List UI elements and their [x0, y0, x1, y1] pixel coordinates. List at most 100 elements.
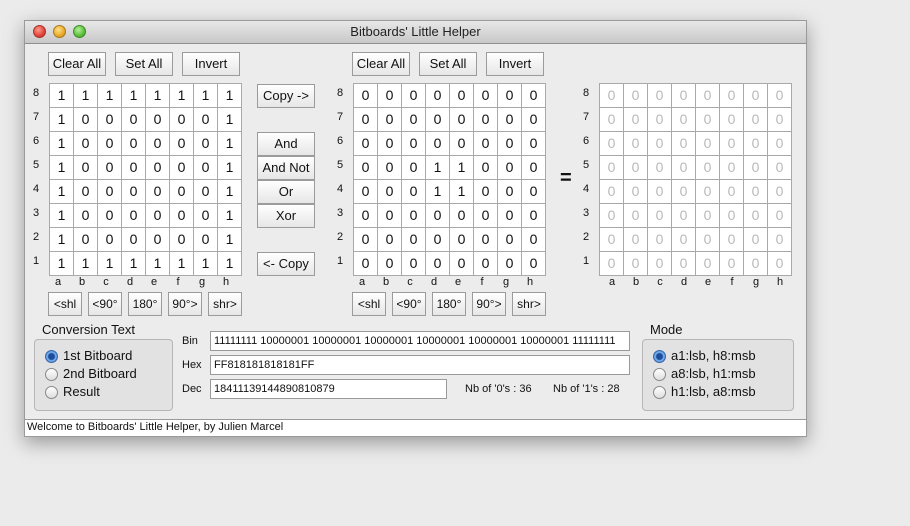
result-cell-d2[interactable]: 0 [672, 228, 696, 252]
result-cell-e6[interactable]: 0 [696, 132, 720, 156]
board1-cell-c7[interactable]: 0 [98, 108, 122, 132]
board1-cell-b8[interactable]: 1 [74, 84, 98, 108]
board2-cell-g2[interactable]: 0 [498, 228, 522, 252]
radio-mode-a8-lsb[interactable] [653, 368, 666, 381]
board1-cell-e1[interactable]: 1 [146, 252, 170, 276]
result-cell-d3[interactable]: 0 [672, 204, 696, 228]
board2-cell-h7[interactable]: 0 [522, 108, 546, 132]
result-cell-g2[interactable]: 0 [744, 228, 768, 252]
board1-cell-h4[interactable]: 1 [218, 180, 242, 204]
result-cell-g4[interactable]: 0 [744, 180, 768, 204]
radio-mode-h1-lsb-label[interactable]: h1:lsb, a8:msb [671, 384, 756, 399]
board2-cell-f5[interactable]: 0 [474, 156, 498, 180]
board2-cell-c5[interactable]: 0 [402, 156, 426, 180]
board1-cell-g5[interactable]: 0 [194, 156, 218, 180]
board1-cell-d1[interactable]: 1 [122, 252, 146, 276]
result-cell-f3[interactable]: 0 [720, 204, 744, 228]
result-cell-b6[interactable]: 0 [624, 132, 648, 156]
result-cell-h3[interactable]: 0 [768, 204, 792, 228]
board1-cell-c1[interactable]: 1 [98, 252, 122, 276]
board2-cell-d3[interactable]: 0 [426, 204, 450, 228]
board2-cell-b6[interactable]: 0 [378, 132, 402, 156]
board2-cell-b5[interactable]: 0 [378, 156, 402, 180]
copy-left-button[interactable]: <- Copy [257, 252, 315, 276]
board2-cell-g6[interactable]: 0 [498, 132, 522, 156]
board2-rotate-180-button[interactable]: 180° [432, 292, 466, 316]
board1-cell-a3[interactable]: 1 [50, 204, 74, 228]
result-cell-d4[interactable]: 0 [672, 180, 696, 204]
board2-cell-a7[interactable]: 0 [354, 108, 378, 132]
board1-cell-h5[interactable]: 1 [218, 156, 242, 180]
result-cell-h7[interactable]: 0 [768, 108, 792, 132]
board2-cell-c1[interactable]: 0 [402, 252, 426, 276]
board1-cell-g8[interactable]: 1 [194, 84, 218, 108]
board2-cell-g8[interactable]: 0 [498, 84, 522, 108]
result-cell-b5[interactable]: 0 [624, 156, 648, 180]
board1-cell-a6[interactable]: 1 [50, 132, 74, 156]
board1-cell-d3[interactable]: 0 [122, 204, 146, 228]
result-cell-c3[interactable]: 0 [648, 204, 672, 228]
result-cell-g6[interactable]: 0 [744, 132, 768, 156]
or-button[interactable]: Or [257, 180, 315, 204]
result-cell-c1[interactable]: 0 [648, 252, 672, 276]
board1-clear-all-button[interactable]: Clear All [48, 52, 106, 76]
radio-mode-a1-lsb-label[interactable]: a1:lsb, h8:msb [671, 348, 756, 363]
board1-cell-b6[interactable]: 0 [74, 132, 98, 156]
result-cell-e3[interactable]: 0 [696, 204, 720, 228]
board2-cell-a4[interactable]: 0 [354, 180, 378, 204]
board2-cell-b3[interactable]: 0 [378, 204, 402, 228]
board1-cell-b3[interactable]: 0 [74, 204, 98, 228]
board1-cell-e2[interactable]: 0 [146, 228, 170, 252]
board1-cell-g2[interactable]: 0 [194, 228, 218, 252]
result-cell-h2[interactable]: 0 [768, 228, 792, 252]
board1-cell-g7[interactable]: 0 [194, 108, 218, 132]
board2-cell-h3[interactable]: 0 [522, 204, 546, 228]
board1-cell-f2[interactable]: 0 [170, 228, 194, 252]
board2-cell-f2[interactable]: 0 [474, 228, 498, 252]
result-cell-f4[interactable]: 0 [720, 180, 744, 204]
board2-cell-e1[interactable]: 0 [450, 252, 474, 276]
board1-shift-right-button[interactable]: shr> [208, 292, 242, 316]
result-cell-a3[interactable]: 0 [600, 204, 624, 228]
board2-cell-d1[interactable]: 0 [426, 252, 450, 276]
board2-cell-e3[interactable]: 0 [450, 204, 474, 228]
result-cell-a1[interactable]: 0 [600, 252, 624, 276]
board1-cell-a4[interactable]: 1 [50, 180, 74, 204]
result-cell-c4[interactable]: 0 [648, 180, 672, 204]
board1-cell-f3[interactable]: 0 [170, 204, 194, 228]
result-cell-g1[interactable]: 0 [744, 252, 768, 276]
result-cell-b2[interactable]: 0 [624, 228, 648, 252]
board2-cell-c4[interactable]: 0 [402, 180, 426, 204]
board1-cell-e3[interactable]: 0 [146, 204, 170, 228]
board2-cell-e5[interactable]: 1 [450, 156, 474, 180]
result-cell-b3[interactable]: 0 [624, 204, 648, 228]
board1-cell-d7[interactable]: 0 [122, 108, 146, 132]
board1-cell-h6[interactable]: 1 [218, 132, 242, 156]
board1-cell-a8[interactable]: 1 [50, 84, 74, 108]
result-cell-a6[interactable]: 0 [600, 132, 624, 156]
board2-cell-f8[interactable]: 0 [474, 84, 498, 108]
board1-cell-h1[interactable]: 1 [218, 252, 242, 276]
result-cell-a5[interactable]: 0 [600, 156, 624, 180]
radio-1st-bitboard-label[interactable]: 1st Bitboard [63, 348, 132, 363]
result-cell-f7[interactable]: 0 [720, 108, 744, 132]
board2-shift-left-button[interactable]: <shl [352, 292, 386, 316]
board2-cell-c6[interactable]: 0 [402, 132, 426, 156]
board1-cell-f7[interactable]: 0 [170, 108, 194, 132]
board1-cell-e5[interactable]: 0 [146, 156, 170, 180]
board1-cell-h8[interactable]: 1 [218, 84, 242, 108]
bin-field[interactable]: 11111111 10000001 10000001 10000001 1000… [210, 331, 630, 351]
board1-cell-g4[interactable]: 0 [194, 180, 218, 204]
board2-shift-right-button[interactable]: shr> [512, 292, 546, 316]
board1-cell-d6[interactable]: 0 [122, 132, 146, 156]
board1-set-all-button[interactable]: Set All [115, 52, 173, 76]
board2-cell-c8[interactable]: 0 [402, 84, 426, 108]
result-cell-h4[interactable]: 0 [768, 180, 792, 204]
board2-cell-a6[interactable]: 0 [354, 132, 378, 156]
board1-cell-f8[interactable]: 1 [170, 84, 194, 108]
board2-cell-b8[interactable]: 0 [378, 84, 402, 108]
radio-2nd-bitboard-label[interactable]: 2nd Bitboard [63, 366, 137, 381]
result-cell-c7[interactable]: 0 [648, 108, 672, 132]
board2-cell-c7[interactable]: 0 [402, 108, 426, 132]
board2-cell-e7[interactable]: 0 [450, 108, 474, 132]
